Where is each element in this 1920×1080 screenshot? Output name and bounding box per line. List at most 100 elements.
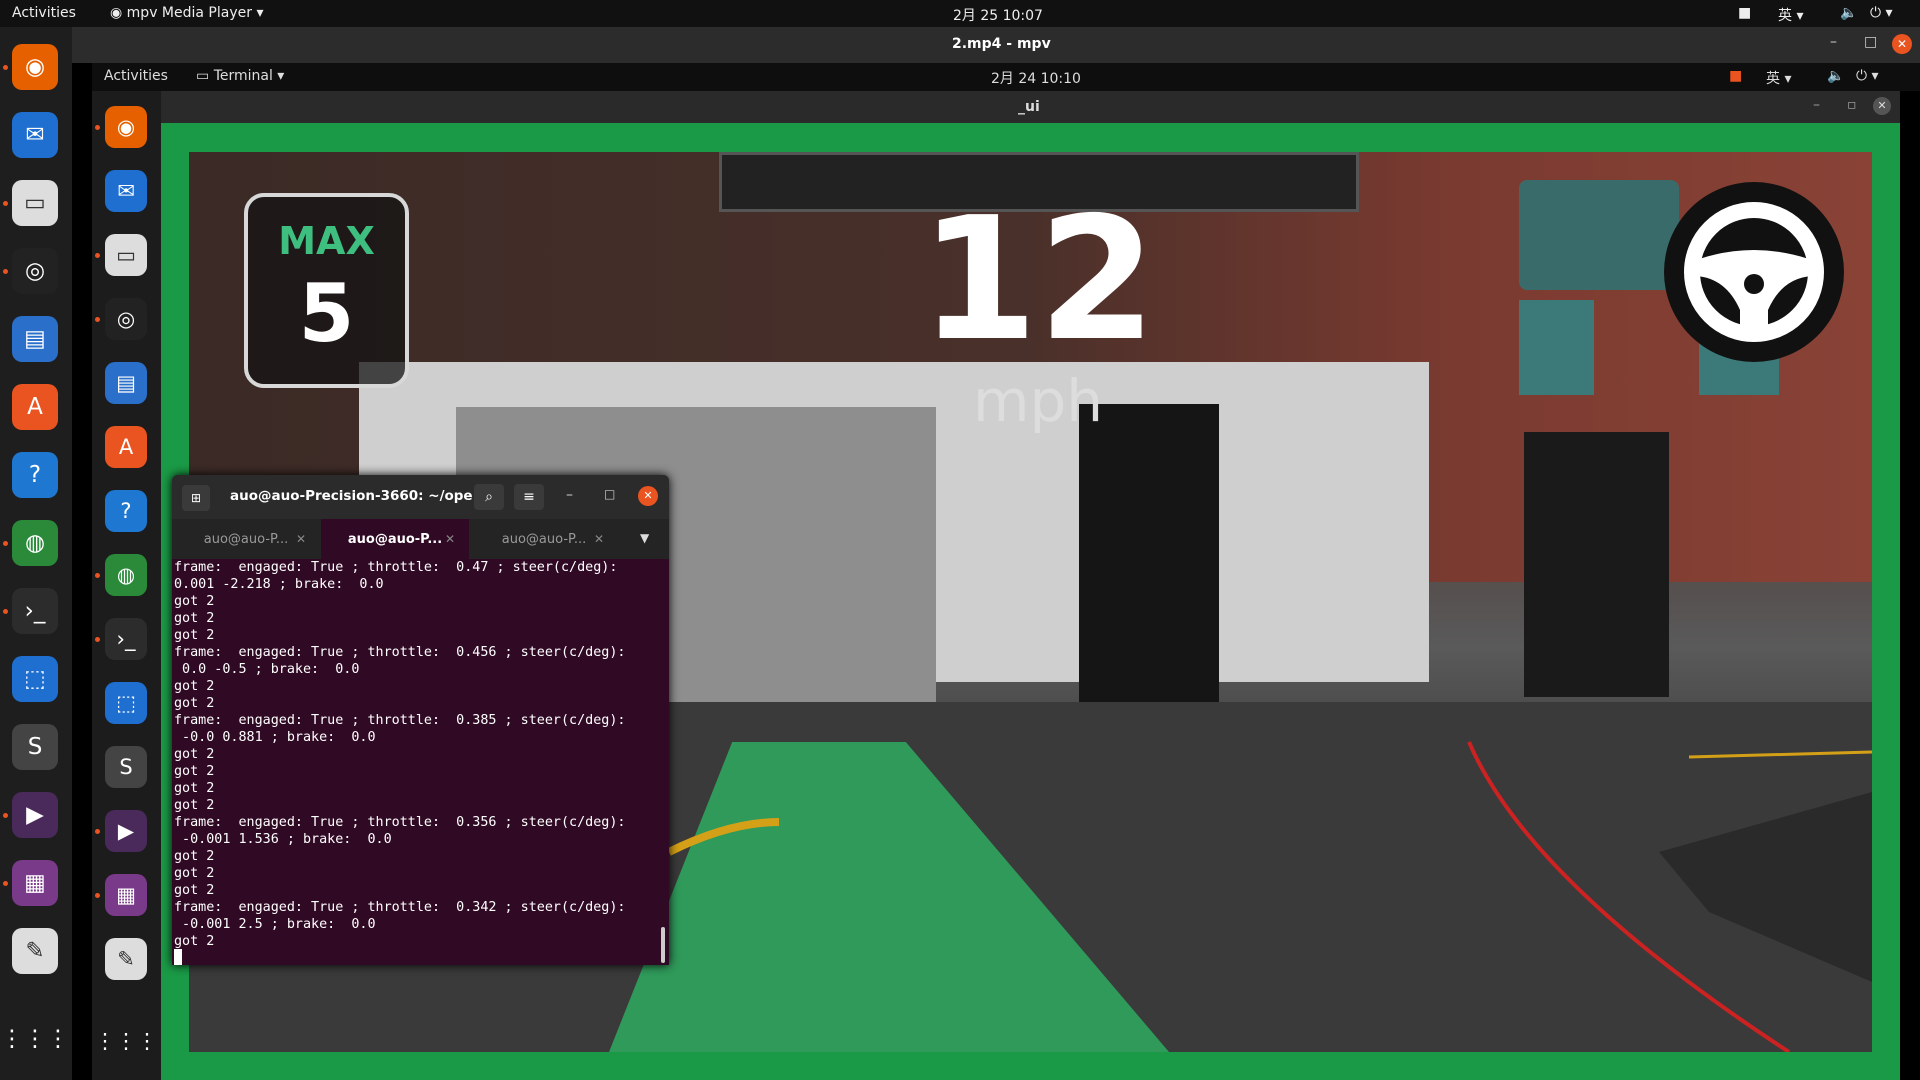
ui-restore-icon: ▫ [1847, 97, 1857, 113]
terminal-cursor [174, 949, 182, 965]
terminal-tab[interactable]: auo@auo-P... ✕ [470, 519, 618, 559]
current-speed: 12 [919, 181, 1157, 379]
screenshot-icon[interactable]: ⬚ [12, 656, 58, 702]
running-indicator [3, 65, 8, 70]
software-icon: A [105, 426, 147, 468]
running-indicator [95, 637, 100, 642]
mpv-title-bar: 2.mp4 - mpv – □ ✕ [72, 27, 1920, 63]
running-indicator [3, 881, 8, 886]
running-indicator [95, 573, 100, 578]
running-indicator [95, 829, 100, 834]
max-speed-panel: MAX 5 [244, 193, 409, 388]
dock: ◉ ✉ ▭ ◎ ▤ A? ◍ ›_ ⬚ S ▶ ▦ ✎ ⋮⋮⋮ [0, 27, 72, 1080]
window-title: 2.mp4 - mpv [952, 36, 1051, 52]
ui-window-title: _ui [1018, 99, 1040, 115]
max-label: MAX [278, 219, 375, 263]
files-icon: ▭ [105, 234, 147, 276]
max-value: 5 [298, 267, 355, 360]
steering-wheel-icon [1664, 182, 1844, 362]
rhythmbox-icon[interactable]: ◎ [12, 248, 58, 294]
power-icon[interactable]: ⏻ ▾ [1870, 5, 1893, 21]
rhythmbox-icon: ◎ [105, 298, 147, 340]
help-icon[interactable]: ? [12, 452, 58, 498]
running-indicator [95, 317, 100, 322]
text-editor-icon[interactable]: ✎ [12, 928, 58, 974]
video-volume-icon: 🔈 [1827, 68, 1845, 84]
volume-icon[interactable]: 🔈 [1840, 5, 1857, 21]
video-app-menu-label: Terminal [213, 68, 273, 84]
tabs-dropdown-icon[interactable]: ▼ [640, 531, 649, 545]
tab-label: auo@auo-P... [203, 531, 289, 547]
thunderbird-icon[interactable]: ✉ [12, 112, 58, 158]
app-grid-icon[interactable]: ⋮⋮⋮ [1, 1016, 70, 1062]
terminal-icon: ›_ [105, 618, 147, 660]
firefox-icon: ◉ [105, 106, 147, 148]
sublime-icon[interactable]: S [12, 724, 58, 770]
app-menu[interactable]: ◉ mpv Media Player ▾ [110, 5, 263, 21]
tab-label: auo@auo-P... [501, 531, 587, 547]
software-icon[interactable]: A [12, 384, 58, 430]
maximize-button[interactable]: □ [1864, 34, 1877, 50]
ui-close-icon: ✕ [1873, 97, 1891, 115]
activities-button[interactable]: Activities [12, 5, 76, 21]
app-menu-label: mpv Media Player [126, 5, 252, 21]
tab-close-icon[interactable]: ✕ [296, 532, 306, 546]
screenshot-icon: ⬚ [105, 682, 147, 724]
terminal-minimize-button[interactable]: – [566, 487, 573, 503]
running-indicator [95, 253, 100, 258]
minimize-button[interactable]: – [1830, 34, 1837, 50]
terminal-tab-bar: auo@auo-P... ✕ auo@auo-P... ✕ auo@auo-P...… [172, 519, 669, 559]
tab-close-icon[interactable]: ✕ [445, 532, 455, 546]
terminal-maximize-button[interactable]: □ [604, 487, 615, 501]
video-record-icon: ■ [1729, 68, 1743, 84]
mpv-icon[interactable]: ▶ [12, 792, 58, 838]
speed-unit: mph [972, 367, 1104, 435]
chrome-icon[interactable]: ◍ [12, 520, 58, 566]
close-button[interactable]: ✕ [1892, 34, 1912, 54]
help-icon: ? [105, 490, 147, 532]
screen-record-icon[interactable]: ■ [1738, 5, 1751, 21]
video-top-bar: Activities ▭ Terminal ▾ 2月 24 10:10 ■ 英 … [92, 63, 1920, 91]
video-app-menu: ▭ Terminal ▾ [196, 68, 285, 84]
running-indicator [95, 125, 100, 130]
video-input-method: 英 ▾ [1766, 71, 1792, 87]
video-activities: Activities [104, 68, 168, 84]
tab-close-icon[interactable]: ✕ [594, 532, 604, 546]
firefox-icon[interactable]: ◉ [12, 44, 58, 90]
mpv-icon: ▶ [105, 810, 147, 852]
running-indicator [3, 541, 8, 546]
terminal-header: ⊞ auo@auo-Precision-3660: ~/ope... ⌕ ≡ –… [172, 475, 669, 519]
new-tab-icon[interactable]: ⊞ [182, 485, 210, 511]
terminal-output[interactable]: frame: engaged: True ; throttle: 0.47 ; … [174, 559, 625, 950]
ui-minimize-icon: – [1813, 97, 1820, 113]
video-icon[interactable]: ▦ [12, 860, 58, 906]
files-icon[interactable]: ▭ [12, 180, 58, 226]
terminal-search-icon[interactable]: ⌕ [474, 484, 504, 510]
writer-icon: ▤ [105, 362, 147, 404]
terminal-scrollbar[interactable] [661, 927, 665, 963]
running-indicator [3, 813, 8, 818]
app-grid-icon: ⋮⋮⋮ [94, 1029, 158, 1053]
running-indicator [3, 269, 8, 274]
video-clock: 2月 24 10:10 [991, 71, 1081, 87]
terminal-menu-icon[interactable]: ≡ [514, 484, 544, 510]
terminal-icon[interactable]: ›_ [12, 588, 58, 634]
video-power-icon: ⏻ ▾ [1856, 68, 1879, 84]
writer-icon[interactable]: ▤ [12, 316, 58, 362]
input-method[interactable]: 英 ▾ [1778, 5, 1803, 25]
system-top-bar: Activities ◉ mpv Media Player ▾ 2月 25 10… [0, 0, 1920, 27]
thunderbird-icon: ✉ [105, 170, 147, 212]
terminal-title: auo@auo-Precision-3660: ~/ope... [230, 488, 488, 504]
video-input-method-label: 英 [1766, 71, 1780, 87]
text-editor-icon: ✎ [105, 938, 147, 980]
terminal-tab[interactable]: auo@auo-P... ✕ [172, 519, 320, 559]
ui-window-title-bar: _ui – ▫ ✕ [161, 91, 1900, 123]
terminal-close-button[interactable]: ✕ [638, 486, 658, 506]
terminal-tab-active[interactable]: auo@auo-P... ✕ [321, 519, 469, 559]
clock[interactable]: 2月 25 10:07 [953, 5, 1043, 25]
video-icon: ▦ [105, 874, 147, 916]
tab-label: auo@auo-P... [347, 531, 443, 547]
input-method-label: 英 [1778, 8, 1792, 24]
terminal-window[interactable]: ⊞ auo@auo-Precision-3660: ~/ope... ⌕ ≡ –… [172, 475, 669, 965]
running-indicator [95, 893, 100, 898]
